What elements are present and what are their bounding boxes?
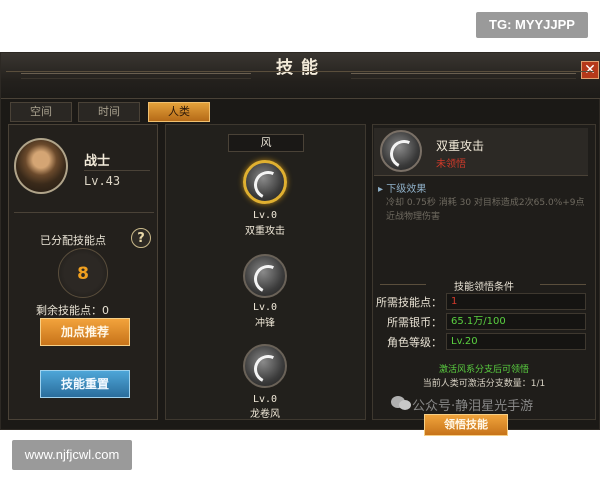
swirl-icon (250, 261, 286, 297)
required-points-label: 所需技能点： (376, 296, 442, 309)
character-portrait (14, 138, 68, 194)
skill-name: 双重攻击 (245, 226, 285, 237)
watermark-text: 公众号·静泪星光手游 (412, 399, 534, 414)
tab-time[interactable]: 时间 (78, 102, 140, 122)
skill-detail-icon (380, 130, 422, 172)
skill-level: Lv.0 (252, 394, 278, 405)
character-level: Lv.43 (84, 174, 121, 188)
wechat-icon (391, 396, 411, 410)
question-icon: ? (137, 231, 145, 246)
tab-human[interactable]: 人类 (148, 102, 210, 122)
telegram-badge: TG: MYYJJPP (476, 12, 588, 38)
remaining-points: 剩余技能点：0 (36, 304, 109, 317)
skill-name: 冲锋 (255, 318, 275, 329)
recommend-button[interactable]: 加点推荐 (40, 318, 130, 346)
help-button[interactable]: ? (131, 228, 151, 248)
panel-divider (14, 212, 154, 213)
skill-name: 龙卷风 (250, 409, 280, 420)
next-level-toggle[interactable]: ▸ 下级效果 (378, 180, 426, 195)
skill-level: Lv.0 (252, 210, 278, 221)
tab-strip (6, 50, 594, 72)
required-points-value: 1 (446, 293, 586, 310)
swirl-icon (250, 351, 286, 387)
required-silver-label: 所需银币： (387, 316, 442, 329)
allocated-points-value: 8 (58, 248, 108, 298)
conditions-title: 技能领悟条件 (454, 282, 514, 293)
required-silver-value: 65.1万/100 (446, 313, 586, 330)
skill-level: Lv.0 (252, 302, 278, 313)
skill-node-double-attack[interactable] (243, 160, 287, 204)
tab-space[interactable]: 空间 (10, 102, 72, 122)
branch-count-note: 当前人类可激活分支数量：1/1 (422, 379, 546, 389)
name-divider (84, 170, 150, 171)
skill-node-tornado[interactable] (243, 344, 287, 388)
website-badge: www.njfjcwl.com (12, 440, 132, 470)
allocated-points-label: 已分配技能点 (40, 234, 106, 247)
character-name: 战士 (84, 154, 111, 169)
skill-node-charge[interactable] (243, 254, 287, 298)
skill-category-label: 风 (228, 134, 304, 152)
required-level-value: Lv.20 (446, 333, 586, 350)
branch-activation-note: 激活风系分支后可领悟 (438, 365, 529, 375)
skill-detail-status: 未领悟 (436, 159, 466, 170)
swirl-icon (250, 167, 286, 203)
skill-detail-name: 双重攻击 (436, 139, 485, 153)
skill-description: 冷却 0.75秒 消耗 30 对目标造成2次65.0%+9点近战物理伤害 (386, 198, 585, 222)
learn-skill-button[interactable]: 领悟技能 (424, 414, 508, 436)
reset-skills-button[interactable]: 技能重置 (40, 370, 130, 398)
required-level-label: 角色等级： (387, 336, 442, 349)
